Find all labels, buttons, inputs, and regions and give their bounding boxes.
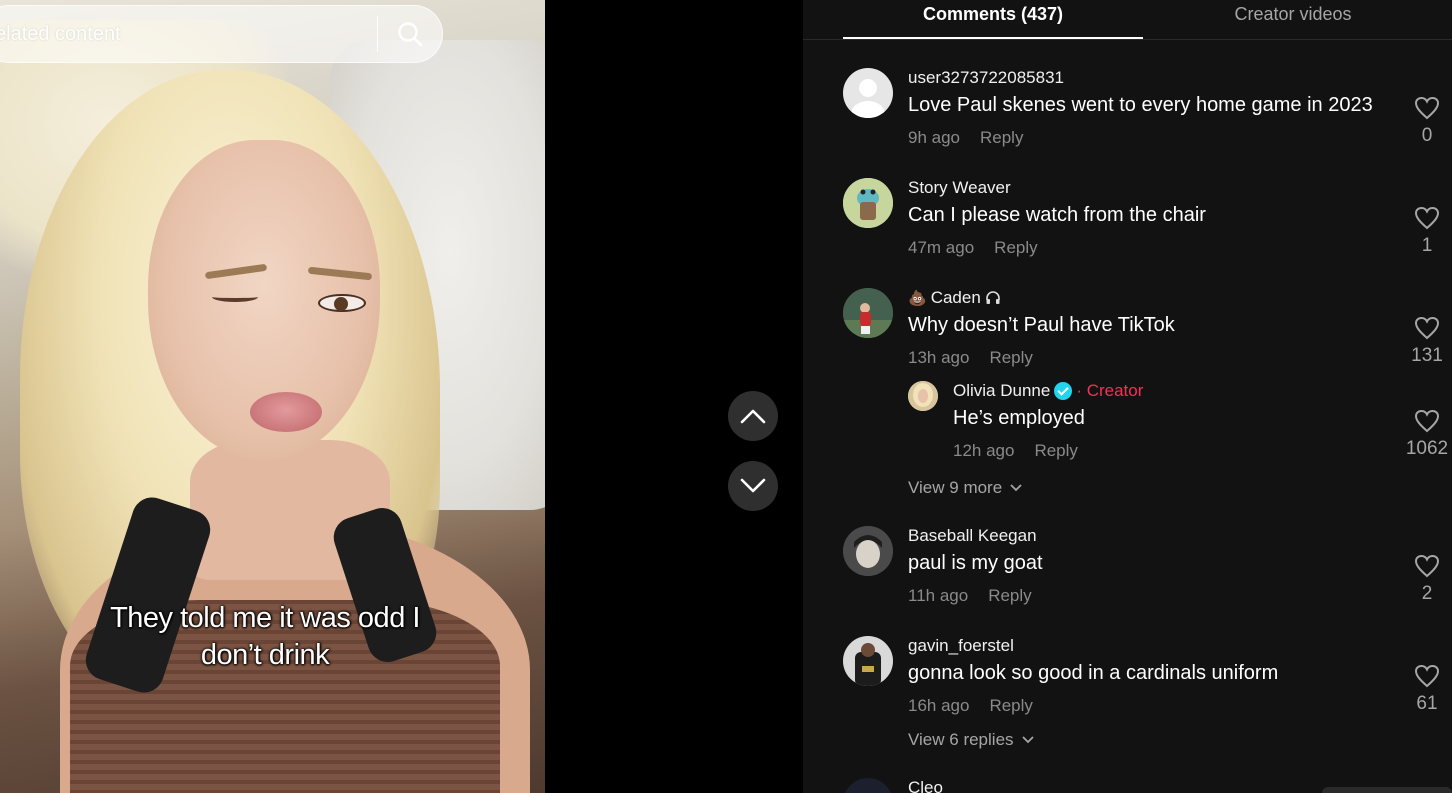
reply-time: 12h ago [953,441,1015,460]
reply-button[interactable]: Reply [989,696,1032,715]
reply-item: Olivia Dunne · Creator He’s employed 12h… [908,381,1452,471]
comment-time: 47m ago [908,238,975,257]
like-count: 61 [1416,693,1438,714]
search-input[interactable]: elated content [0,23,377,46]
avatar[interactable] [843,68,893,118]
comment-meta: 9h ago Reply [908,128,1023,148]
comment-item: gavin_foerstel gonna look so good in a c… [843,636,1452,726]
heart-icon [1414,554,1440,578]
heart-icon [1414,664,1440,688]
reply-button[interactable]: Reply [980,128,1023,147]
caption-line: don’t drink [200,639,330,671]
comment-meta: 47m ago Reply [908,238,1038,258]
avatar-photo-icon [843,526,893,576]
avatar-illustration-icon [843,178,893,228]
comment-text: gonna look so good in a cardinals unifor… [908,662,1279,684]
comments-panel: Comments (437) Creator videos user327372… [803,0,1452,793]
avatar-photo-icon [843,288,893,338]
avatar[interactable] [843,636,893,686]
comment-text: paul is my goat [908,552,1043,574]
avatar[interactable] [843,178,893,228]
avatar[interactable] [843,526,893,576]
eye-graphic [212,292,258,302]
creator-label: · Creator [1076,381,1144,400]
previous-video-button[interactable] [728,391,778,441]
view-more-replies-button[interactable]: View 9 more [908,478,1022,498]
video-player[interactable]: elated content They told me it was odd I… [0,0,545,793]
search-icon [398,22,423,47]
like-count: 131 [1411,345,1443,366]
like-button[interactable]: 131 [1402,316,1452,367]
search-button[interactable] [378,6,442,62]
comment-item: 💩 Caden Why doesn’t Paul have TikTok 13h… [843,288,1452,378]
scroll-indicator [1322,787,1452,793]
like-button[interactable]: 1 [1402,206,1452,257]
view-more-label: View 6 replies [908,730,1014,749]
avatar[interactable] [843,288,893,338]
comment-meta: 16h ago Reply [908,696,1033,716]
reply-button[interactable]: Reply [988,586,1031,605]
comment-username[interactable]: gavin_foerstel [908,636,1014,656]
comment-text: Love Paul skenes went to every home game… [908,94,1373,116]
comment-text: Why doesn’t Paul have TikTok [908,314,1175,336]
reply-username[interactable]: Olivia Dunne · Creator [953,381,1143,401]
avatar[interactable] [908,381,938,411]
comment-item: Story Weaver Can I please watch from the… [843,178,1452,268]
comment-username[interactable]: Baseball Keegan [908,526,1037,546]
reply-meta: 12h ago Reply [953,441,1078,461]
poop-emoji-icon: 💩 [908,290,927,307]
comment-text: Can I please watch from the chair [908,204,1206,226]
search-bar[interactable]: elated content [0,5,443,63]
avatar[interactable] [843,778,893,793]
heart-icon [1414,409,1440,433]
comment-username[interactable]: user3273722085831 [908,68,1064,88]
chevron-down-icon [1021,736,1034,744]
eye-graphic [318,294,366,312]
caption-line: They told me it was odd I [110,602,420,634]
chevron-down-icon [740,478,766,493]
next-video-button[interactable] [728,461,778,511]
comment-time: 16h ago [908,696,970,715]
like-count: 1 [1421,235,1433,256]
comment-time: 11h ago [908,586,969,605]
comment-item: user3273722085831 Love Paul skenes went … [843,68,1452,158]
video-caption: They told me it was odd I don’t drink [60,600,470,674]
comment-meta: 13h ago Reply [908,348,1033,368]
heart-icon [1414,316,1440,340]
chevron-up-icon [740,409,766,424]
like-count: 0 [1421,125,1433,146]
comment-time: 13h ago [908,348,970,367]
headphones-icon [985,291,1000,304]
heart-icon [1414,206,1440,230]
like-button[interactable]: 61 [1402,664,1452,715]
view-more-replies-button[interactable]: View 6 replies [908,730,1034,750]
lips-graphic [250,392,322,432]
comment-item: Baseball Keegan paul is my goat 11h ago R… [843,526,1452,616]
reply-text: He’s employed [953,407,1085,429]
tab-creator-videos[interactable]: Creator videos [1173,4,1413,25]
like-button[interactable]: 0 [1402,96,1452,147]
default-avatar-icon [851,79,885,118]
avatar-photo-icon [843,636,893,686]
view-more-label: View 9 more [908,478,1003,497]
like-count: 2 [1421,583,1433,604]
reply-button[interactable]: Reply [1034,441,1077,460]
panel-tabs: Comments (437) Creator videos [803,0,1452,40]
like-button[interactable]: 1062 [1402,409,1452,460]
like-button[interactable]: 2 [1402,554,1452,605]
tab-comments[interactable]: Comments (437) [843,4,1143,25]
like-count: 1062 [1405,438,1449,459]
comment-meta: 11h ago Reply [908,586,1032,606]
chevron-down-icon [1010,484,1022,492]
comment-username[interactable]: 💩 Caden [908,288,1001,308]
comment-username[interactable]: Cleo [908,778,943,793]
verified-badge-icon [1054,382,1073,400]
reply-button[interactable]: Reply [994,238,1037,257]
comment-time: 9h ago [908,128,960,147]
comment-username[interactable]: Story Weaver [908,178,1011,198]
avatar-photo-icon [908,381,938,411]
active-tab-indicator [843,37,1143,39]
reply-button[interactable]: Reply [989,348,1032,367]
heart-icon [1414,96,1440,120]
